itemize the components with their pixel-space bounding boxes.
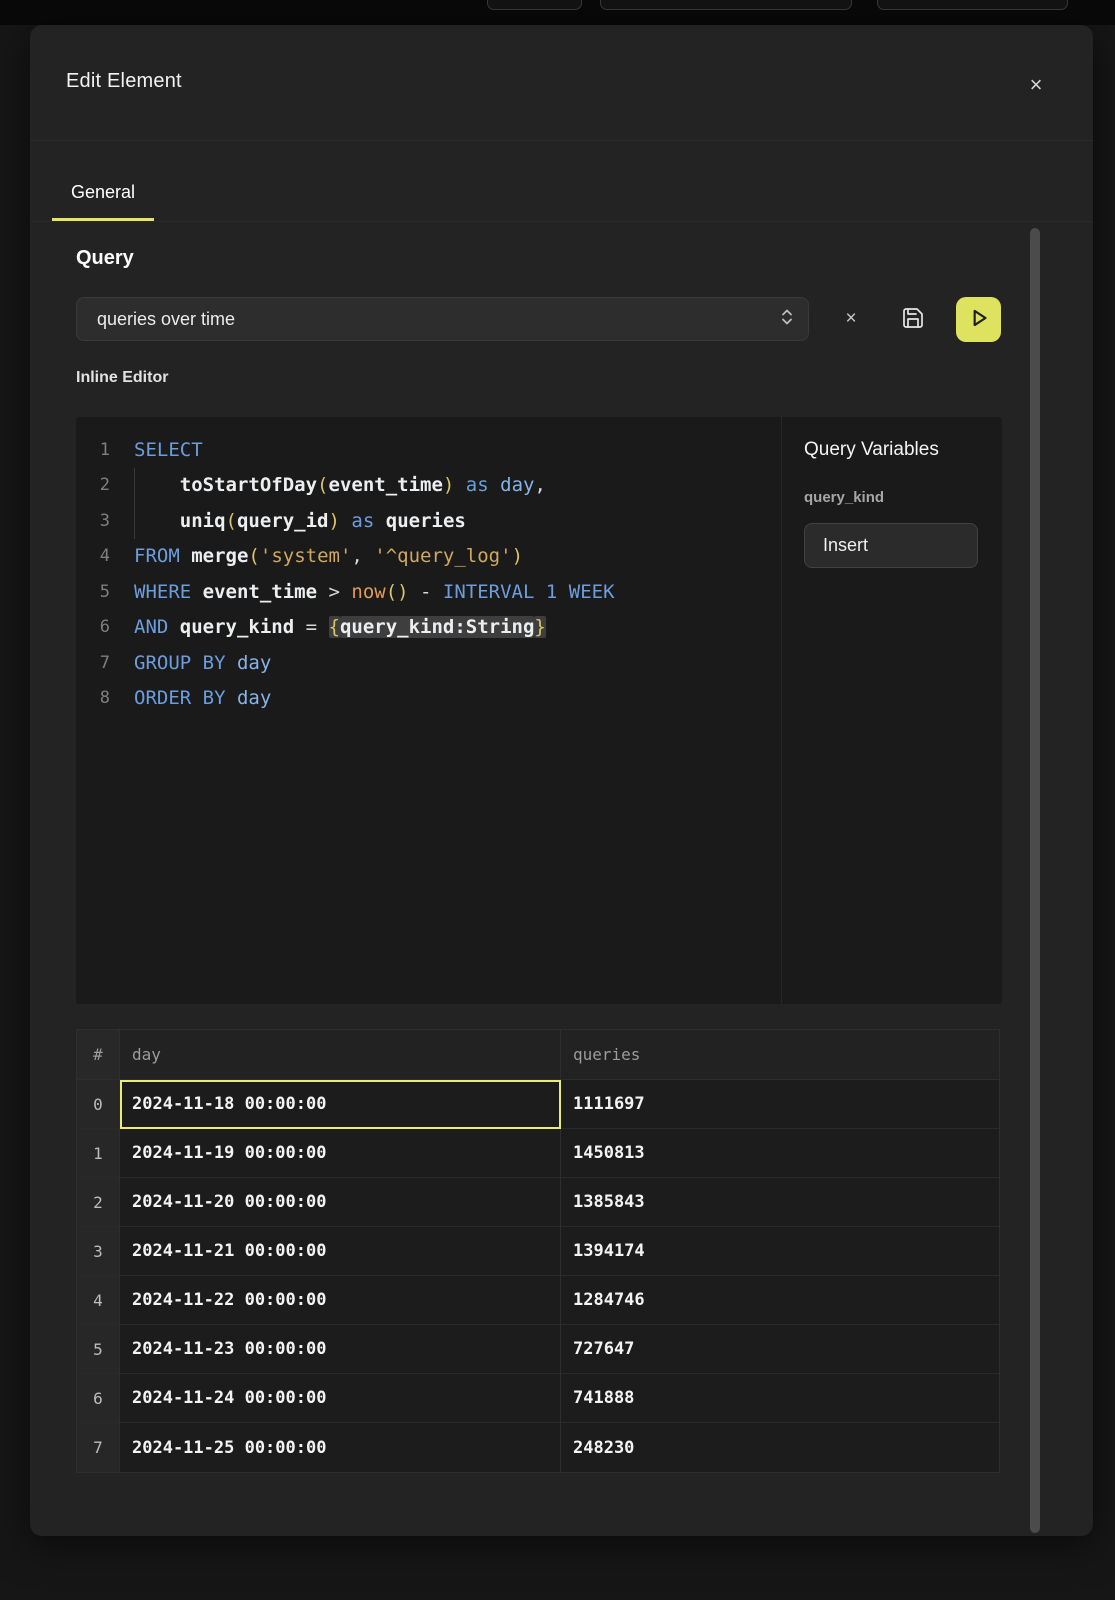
day-cell[interactable]: 2024-11-18 00:00:00 bbox=[120, 1080, 561, 1129]
line-number: 1 bbox=[76, 440, 110, 460]
code-line[interactable]: 5WHERE event_time > now() - INTERVAL 1 W… bbox=[76, 574, 781, 610]
sql-editor[interactable]: 1SELECT2 toStartOfDay(event_time) as day… bbox=[76, 417, 1002, 1004]
tab-bar: General bbox=[30, 141, 1093, 222]
line-number: 7 bbox=[76, 653, 110, 673]
results-table: # day queries 02024-11-18 00:00:00111169… bbox=[76, 1029, 1000, 1473]
code-text: ORDER BY day bbox=[110, 687, 271, 709]
row-index-cell[interactable]: 3 bbox=[77, 1227, 120, 1276]
edit-element-modal: Edit Element × General Query queries ove… bbox=[30, 25, 1093, 1536]
table-row: 22024-11-20 00:00:001385843 bbox=[77, 1178, 999, 1227]
variable-name-label: query_kind bbox=[804, 489, 884, 506]
code-text: FROM merge('system', '^query_log') bbox=[110, 545, 523, 567]
code-line[interactable]: 7GROUP BY day bbox=[76, 645, 781, 681]
queries-cell[interactable]: 727647 bbox=[561, 1325, 999, 1374]
day-cell[interactable]: 2024-11-21 00:00:00 bbox=[120, 1227, 561, 1276]
row-index-cell[interactable]: 6 bbox=[77, 1374, 120, 1423]
save-query-button[interactable] bbox=[894, 300, 932, 338]
code-line[interactable]: 8ORDER BY day bbox=[76, 681, 781, 717]
code-text: SELECT bbox=[110, 439, 203, 461]
insert-variable-button[interactable]: Insert bbox=[804, 523, 978, 568]
code-text: AND query_kind = {query_kind:String} bbox=[110, 616, 546, 638]
clear-icon: × bbox=[845, 308, 856, 330]
row-index-cell[interactable]: 7 bbox=[77, 1423, 120, 1472]
line-number: 5 bbox=[76, 582, 110, 602]
queries-cell[interactable]: 248230 bbox=[561, 1423, 999, 1472]
code-text: uniq(query_id) as queries bbox=[110, 510, 466, 532]
queries-cell[interactable]: 1394174 bbox=[561, 1227, 999, 1276]
day-cell[interactable]: 2024-11-19 00:00:00 bbox=[120, 1129, 561, 1178]
run-query-button[interactable] bbox=[956, 297, 1001, 342]
day-cell[interactable]: 2024-11-25 00:00:00 bbox=[120, 1423, 561, 1472]
close-icon: × bbox=[1030, 72, 1043, 98]
row-index-cell[interactable]: 0 bbox=[77, 1080, 120, 1129]
line-number: 8 bbox=[76, 688, 110, 708]
header-cell-index[interactable]: # bbox=[77, 1030, 120, 1080]
table-row: 32024-11-21 00:00:001394174 bbox=[77, 1227, 999, 1276]
day-cell[interactable]: 2024-11-23 00:00:00 bbox=[120, 1325, 561, 1374]
day-cell[interactable]: 2024-11-20 00:00:00 bbox=[120, 1178, 561, 1227]
line-number: 6 bbox=[76, 617, 110, 637]
queries-cell[interactable]: 1385843 bbox=[561, 1178, 999, 1227]
results-header-row: # day queries bbox=[77, 1030, 999, 1080]
tab-general[interactable]: General bbox=[52, 167, 154, 221]
code-line[interactable]: 4FROM merge('system', '^query_log') bbox=[76, 539, 781, 575]
table-row: 72024-11-25 00:00:00248230 bbox=[77, 1423, 999, 1472]
code-line[interactable]: 6AND query_kind = {query_kind:String} bbox=[76, 610, 781, 646]
queries-cell[interactable]: 1284746 bbox=[561, 1276, 999, 1325]
play-icon bbox=[966, 305, 992, 334]
modal-scrollbar[interactable] bbox=[1030, 228, 1040, 1533]
queries-cell[interactable]: 1111697 bbox=[561, 1080, 999, 1129]
topbar-button[interactable] bbox=[877, 0, 1068, 10]
code-line[interactable]: 3 uniq(query_id) as queries bbox=[76, 503, 781, 539]
queries-cell[interactable]: 1450813 bbox=[561, 1129, 999, 1178]
header-cell-queries[interactable]: queries bbox=[561, 1030, 999, 1080]
line-number: 4 bbox=[76, 546, 110, 566]
save-icon bbox=[901, 306, 925, 333]
queries-cell[interactable]: 741888 bbox=[561, 1374, 999, 1423]
clear-query-button[interactable]: × bbox=[834, 302, 868, 336]
code-text: toStartOfDay(event_time) as day, bbox=[110, 474, 546, 496]
close-button[interactable]: × bbox=[1018, 67, 1054, 103]
query-select-value: queries over time bbox=[97, 309, 780, 330]
code-lines: 1SELECT2 toStartOfDay(event_time) as day… bbox=[76, 432, 781, 716]
query-select[interactable]: queries over time bbox=[76, 297, 809, 341]
table-row: 62024-11-24 00:00:00741888 bbox=[77, 1374, 999, 1423]
indent-guide bbox=[134, 468, 135, 539]
topbar bbox=[0, 0, 1115, 25]
query-section-heading: Query bbox=[76, 247, 134, 270]
topbar-button[interactable] bbox=[600, 0, 852, 10]
code-line[interactable]: 1SELECT bbox=[76, 432, 781, 468]
day-cell[interactable]: 2024-11-24 00:00:00 bbox=[120, 1374, 561, 1423]
line-number: 2 bbox=[76, 475, 110, 495]
row-index-cell[interactable]: 1 bbox=[77, 1129, 120, 1178]
line-number: 3 bbox=[76, 511, 110, 531]
code-text: GROUP BY day bbox=[110, 652, 271, 674]
code-text: WHERE event_time > now() - INTERVAL 1 WE… bbox=[110, 581, 615, 603]
header-cell-day[interactable]: day bbox=[120, 1030, 561, 1080]
inline-editor-label: Inline Editor bbox=[76, 369, 168, 387]
row-index-cell[interactable]: 2 bbox=[77, 1178, 120, 1227]
query-variables-panel: Query Variables query_kind Insert bbox=[781, 417, 1002, 1004]
tab-general-label: General bbox=[71, 182, 135, 203]
table-row: 02024-11-18 00:00:001111697 bbox=[77, 1080, 999, 1129]
chevron-up-down-icon bbox=[780, 306, 794, 333]
query-variables-heading: Query Variables bbox=[804, 439, 939, 461]
modal-title: Edit Element bbox=[66, 70, 182, 93]
code-line[interactable]: 2 toStartOfDay(event_time) as day, bbox=[76, 468, 781, 504]
table-row: 52024-11-23 00:00:00727647 bbox=[77, 1325, 999, 1374]
day-cell[interactable]: 2024-11-22 00:00:00 bbox=[120, 1276, 561, 1325]
row-index-cell[interactable]: 5 bbox=[77, 1325, 120, 1374]
table-row: 12024-11-19 00:00:001450813 bbox=[77, 1129, 999, 1178]
results-body: 02024-11-18 00:00:00111169712024-11-19 0… bbox=[77, 1080, 999, 1472]
topbar-button[interactable] bbox=[487, 0, 582, 10]
row-index-cell[interactable]: 4 bbox=[77, 1276, 120, 1325]
table-row: 42024-11-22 00:00:001284746 bbox=[77, 1276, 999, 1325]
